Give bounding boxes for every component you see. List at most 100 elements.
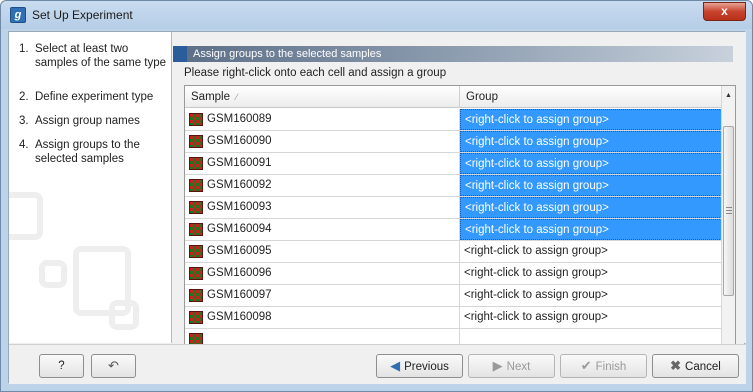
group-cell[interactable]: <right-click to assign group> <box>460 197 722 218</box>
sample-icon <box>189 289 203 302</box>
cancel-x-icon: ✖ <box>670 358 682 373</box>
step-number: 2. <box>19 91 29 103</box>
cancel-label: Cancel <box>685 361 721 373</box>
arrow-left-icon: ◀ <box>390 358 401 373</box>
instruction-text: Please right-click onto each cell and as… <box>184 67 447 79</box>
table-row[interactable]: GSM160094 <right-click to assign group> <box>185 219 722 241</box>
group-cell[interactable]: <right-click to assign group> <box>460 109 722 130</box>
table-row[interactable]: GSM160093 <right-click to assign group> <box>185 197 722 219</box>
sample-name: GSM160091 <box>207 157 272 169</box>
sample-cell[interactable]: GSM160091 <box>185 153 460 174</box>
sample-icon <box>189 157 203 170</box>
section-header: Assign groups to the selected samples <box>173 46 733 62</box>
scroll-up-arrow-icon[interactable]: ▲ <box>722 88 735 104</box>
sample-group-table: Sample ⁄ Group GSM160089 <right-click to … <box>184 85 736 371</box>
table-header: Sample ⁄ Group <box>185 86 722 108</box>
sample-name: GSM160095 <box>207 245 272 257</box>
table-row[interactable]: GSM160097 <right-click to assign group> <box>185 285 722 307</box>
title-bar[interactable]: g Set Up Experiment x <box>1 1 752 29</box>
step-number: 4. <box>19 139 29 151</box>
sample-icon <box>189 201 203 214</box>
group-cell[interactable]: <right-click to assign group> <box>460 285 722 306</box>
step-number: 1. <box>19 43 29 55</box>
sample-cell[interactable]: GSM160096 <box>185 263 460 284</box>
column-header-group[interactable]: Group <box>460 86 722 108</box>
reset-button[interactable]: ↶ <box>91 354 136 378</box>
table-row[interactable]: GSM160095 <right-click to assign group> <box>185 241 722 263</box>
app-icon: g <box>10 7 26 23</box>
dialog-footer: ? ↶ ◀ Previous ▶ Next ✔ Finish ✖ Cancel <box>9 344 746 384</box>
section-header-label: Assign groups to the selected samples <box>193 48 382 60</box>
group-cell[interactable]: <right-click to assign group> <box>460 241 722 262</box>
sample-name: GSM160089 <box>207 113 272 125</box>
sample-cell[interactable]: GSM160092 <box>185 175 460 196</box>
sample-icon <box>189 179 203 192</box>
sample-icon <box>189 223 203 236</box>
step-number: 3. <box>19 115 29 127</box>
grip-line <box>726 210 732 211</box>
close-button[interactable]: x <box>703 2 746 21</box>
step-label: Define experiment type <box>35 91 154 103</box>
table-row[interactable]: GSM160092 <right-click to assign group> <box>185 175 722 197</box>
column-header-label: Sample <box>191 91 230 103</box>
group-cell[interactable]: <right-click to assign group> <box>460 219 722 240</box>
sample-icon <box>189 311 203 324</box>
help-button[interactable]: ? <box>39 354 84 378</box>
sample-name: GSM160093 <box>207 201 272 213</box>
sample-name: GSM160096 <box>207 267 272 279</box>
decorative-square <box>39 260 67 288</box>
sample-icon <box>189 267 203 280</box>
next-label: Next <box>506 361 531 373</box>
decorative-square <box>109 300 139 330</box>
group-cell[interactable]: <right-click to assign group> <box>460 307 722 328</box>
step-label: Assign groups to the selected samples <box>35 139 140 165</box>
sample-name: GSM160098 <box>207 311 272 323</box>
wizard-steps-panel: 1. Select at least two samples of the sa… <box>9 32 172 343</box>
group-cell[interactable]: <right-click to assign group> <box>460 153 722 174</box>
table-row[interactable]: GSM160098 <right-click to assign group> <box>185 307 722 329</box>
sample-icon <box>189 113 203 126</box>
sample-icon <box>189 135 203 148</box>
decorative-square <box>9 192 43 240</box>
sample-cell[interactable]: GSM160093 <box>185 197 460 218</box>
arrow-right-icon: ▶ <box>492 358 503 373</box>
section-marker <box>173 46 187 62</box>
cancel-button[interactable]: ✖ Cancel <box>652 354 739 378</box>
scrollbar-thumb[interactable] <box>723 126 734 296</box>
finish-button[interactable]: ✔ Finish <box>560 354 647 378</box>
sample-cell[interactable]: GSM160098 <box>185 307 460 328</box>
group-cell[interactable]: <right-click to assign group> <box>460 263 722 284</box>
step-label: Assign group names <box>35 115 140 127</box>
group-cell[interactable]: <right-click to assign group> <box>460 131 722 152</box>
grip-line <box>726 207 732 208</box>
checkmark-icon: ✔ <box>580 358 592 373</box>
sample-cell[interactable]: GSM160095 <box>185 241 460 262</box>
reset-icon: ↶ <box>108 358 119 373</box>
main-panel: Assign groups to the selected samples Pl… <box>173 32 746 371</box>
table-row[interactable]: GSM160091 <right-click to assign group> <box>185 153 722 175</box>
step-label: Select at least two samples of the same … <box>35 43 167 69</box>
table-row[interactable]: GSM160090 <right-click to assign group> <box>185 131 722 153</box>
finish-label: Finish <box>595 361 627 373</box>
group-cell[interactable]: <right-click to assign group> <box>460 175 722 196</box>
window-title: Set Up Experiment <box>32 8 133 22</box>
sample-name: GSM160092 <box>207 179 272 191</box>
sample-name: GSM160094 <box>207 223 272 235</box>
grip-line <box>726 213 732 214</box>
table-row[interactable]: GSM160089 <right-click to assign group> <box>185 109 722 131</box>
sort-indicator-icon: ⁄ <box>236 92 238 102</box>
dialog-content: 1. Select at least two samples of the sa… <box>8 31 746 384</box>
sample-name: GSM160090 <box>207 135 272 147</box>
sample-cell[interactable]: GSM160090 <box>185 131 460 152</box>
previous-button[interactable]: ◀ Previous <box>376 354 463 378</box>
sample-cell[interactable]: GSM160097 <box>185 285 460 306</box>
column-header-sample[interactable]: Sample ⁄ <box>185 86 460 108</box>
sample-cell[interactable]: GSM160094 <box>185 219 460 240</box>
previous-label: Previous <box>404 361 449 373</box>
vertical-scrollbar[interactable]: ▲ ▼ <box>721 86 735 370</box>
dialog-window: g Set Up Experiment x 1. Select at least… <box>0 0 753 392</box>
sample-icon <box>189 245 203 258</box>
sample-cell[interactable]: GSM160089 <box>185 109 460 130</box>
table-row[interactable]: GSM160096 <right-click to assign group> <box>185 263 722 285</box>
next-button[interactable]: ▶ Next <box>468 354 555 378</box>
